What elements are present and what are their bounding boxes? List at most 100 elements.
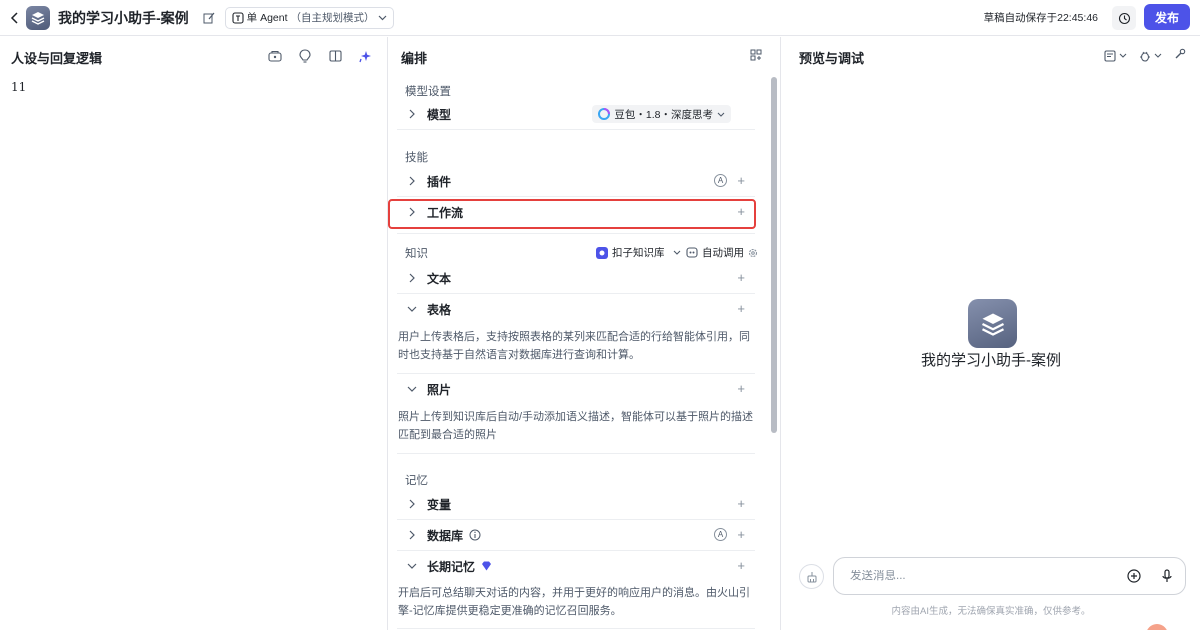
bot-avatar <box>968 299 1017 348</box>
model-select[interactable]: 豆包・1.8・深度思考 <box>592 105 731 123</box>
app-title: 我的学习小助手-案例 <box>58 9 189 26</box>
preview-panel: 预览与调试 我的学习小助手-案例 内容由AI生成，无法确保真实准确，仅供参考。 <box>782 37 1200 630</box>
history-button[interactable] <box>1112 6 1136 30</box>
text-knowledge-label: 文本 <box>427 271 452 286</box>
persona-panel: 人设与回复逻辑 11 <box>0 37 388 630</box>
table-knowledge-description: 用户上传表格后，支持按照表格的某列来匹配合适的行给智能体引用，同时也支持基于自然… <box>398 331 750 361</box>
premium-diamond-icon <box>482 561 492 571</box>
chat-message-input[interactable] <box>850 570 1110 582</box>
database-row[interactable]: 数据库 A + <box>397 520 755 550</box>
agent-mode-sub: （自主规划模式） <box>290 12 375 24</box>
app-icon <box>26 5 50 30</box>
divider <box>397 129 755 130</box>
knowledge-source-select[interactable]: 扣子知识库 <box>596 245 681 260</box>
model-row[interactable]: 模型 豆包・1.8・深度思考 <box>397 99 755 129</box>
preview-title: 预览与调试 <box>799 51 865 66</box>
add-text-knowledge-button[interactable]: + <box>737 271 745 284</box>
debug-tool-icon[interactable] <box>1174 48 1186 63</box>
plugin-row[interactable]: 插件 A + <box>397 166 755 196</box>
chevron-down-icon <box>403 563 421 569</box>
auto-call-icon[interactable]: A <box>714 174 727 187</box>
bot-name: 我的学习小助手-案例 <box>921 352 1061 369</box>
table-knowledge-row[interactable]: 表格 + <box>397 294 755 324</box>
long-term-memory-label: 长期记忆 <box>427 559 476 574</box>
chevron-down-icon <box>1119 53 1127 58</box>
agent-mode-icon <box>232 11 244 24</box>
long-term-memory-description: 开启后可总结聊天对话的内容，并用于更好的响应用户的消息。由火山引擎-记忆库提供更… <box>398 587 750 617</box>
gear-icon[interactable] <box>748 248 758 258</box>
text-knowledge-row[interactable]: 文本 + <box>397 263 755 293</box>
chevron-down-icon <box>1154 53 1162 58</box>
debug-mode-select[interactable] <box>1139 50 1162 62</box>
chevron-down-icon <box>717 112 725 117</box>
divider <box>397 628 755 629</box>
chevron-right-icon <box>403 109 421 119</box>
chevron-right-icon <box>403 499 421 509</box>
autosave-status: 草稿自动保存于22:45:46 <box>983 12 1098 24</box>
chevron-down-icon <box>673 250 680 255</box>
microphone-icon[interactable] <box>1161 569 1173 586</box>
edit-icon[interactable] <box>201 10 217 26</box>
scrollbar-thumb[interactable] <box>771 77 777 433</box>
add-variable-button[interactable]: + <box>737 497 745 510</box>
table-knowledge-label: 表格 <box>427 302 452 317</box>
prompt-library-icon[interactable] <box>267 48 283 64</box>
preview-toolbar <box>1104 48 1186 63</box>
section-skills: 技能 <box>405 152 428 164</box>
ai-optimize-icon[interactable] <box>357 48 373 64</box>
broom-icon <box>807 571 816 582</box>
info-icon[interactable] <box>469 529 481 541</box>
chevron-right-icon <box>403 530 421 540</box>
long-term-memory-row[interactable]: 长期记忆 + <box>397 551 755 581</box>
agent-mode-select[interactable]: 单 Agent （自主规划模式） <box>224 6 394 29</box>
divider <box>397 453 755 454</box>
workflow-label: 工作流 <box>427 205 464 220</box>
coze-kb-icon <box>596 246 608 259</box>
model-label: 模型 <box>427 107 452 122</box>
arrange-title: 编排 <box>401 51 428 66</box>
photo-knowledge-label: 照片 <box>427 382 452 397</box>
model-value: 豆包・1.8・深度思考 <box>614 108 713 121</box>
section-model-settings: 模型设置 <box>405 86 451 98</box>
chevron-right-icon <box>403 273 421 283</box>
chevron-right-icon <box>403 176 421 186</box>
add-workflow-button[interactable]: + <box>737 205 745 218</box>
split-view-icon[interactable] <box>327 48 343 64</box>
workflow-row[interactable]: 工作流 + <box>397 197 755 227</box>
back-icon[interactable] <box>4 7 26 29</box>
auto-call-icon[interactable]: A <box>714 528 727 541</box>
bug-icon <box>1140 51 1150 62</box>
ai-disclaimer: 内容由AI生成，无法确保真实准确，仅供参考。 <box>891 606 1091 617</box>
chevron-right-icon <box>403 207 421 217</box>
chevron-down-icon <box>403 386 421 392</box>
add-long-term-memory-button[interactable]: + <box>737 559 745 572</box>
variable-label: 变量 <box>427 497 452 512</box>
tips-icon[interactable] <box>297 48 313 64</box>
photo-knowledge-row[interactable]: 照片 + <box>397 374 755 404</box>
layout-grid-icon[interactable] <box>750 49 762 64</box>
persona-prompt-text[interactable]: 11 <box>11 80 26 94</box>
doubao-logo-icon <box>598 108 611 120</box>
chevron-down-icon <box>378 15 386 20</box>
knowledge-call-mode-value: 自动调用 <box>702 247 744 259</box>
persona-title: 人设与回复逻辑 <box>11 51 103 66</box>
history-icon <box>1118 12 1130 24</box>
photo-knowledge-description: 照片上传到知识库后自动/手动添加语义描述，智能体可以基于照片的描述匹配到最合适的… <box>398 411 754 441</box>
publish-button[interactable]: 发布 <box>1144 4 1190 30</box>
add-table-knowledge-button[interactable]: + <box>737 302 745 315</box>
chevron-down-icon <box>403 306 421 312</box>
preview-layout-select[interactable] <box>1104 49 1127 62</box>
add-plugin-button[interactable]: + <box>737 174 745 187</box>
add-database-button[interactable]: + <box>737 528 745 541</box>
add-photo-knowledge-button[interactable]: + <box>737 382 745 395</box>
knowledge-call-mode[interactable]: 自动调用 <box>686 245 758 260</box>
clear-history-button[interactable] <box>799 564 824 589</box>
plugin-label: 插件 <box>427 174 452 189</box>
section-memory: 记忆 <box>405 475 428 487</box>
divider <box>397 233 755 234</box>
variable-row[interactable]: 变量 + <box>397 489 755 519</box>
agent-mode-label: 单 Agent <box>246 12 288 24</box>
add-attachment-icon[interactable] <box>1127 569 1141 586</box>
chat-input-box[interactable] <box>833 557 1186 595</box>
section-knowledge: 知识 <box>405 248 428 260</box>
